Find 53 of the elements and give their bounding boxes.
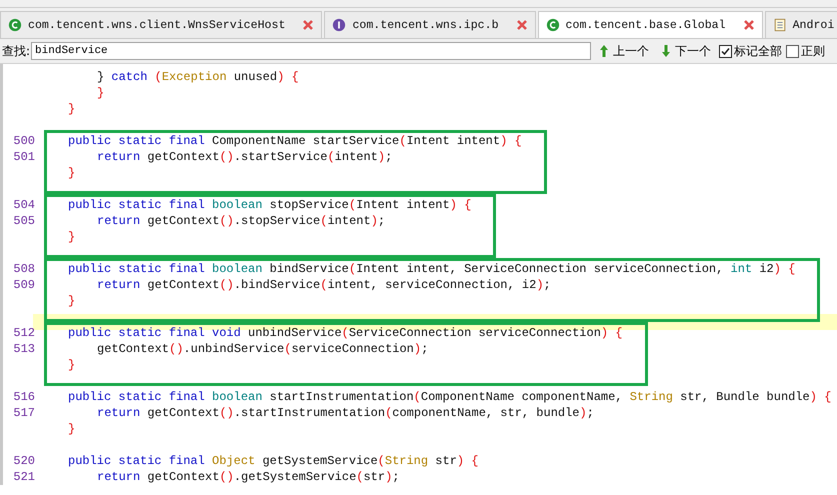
code-line: public static final boolean bindService(Intent intent, ServiceConnection serviceConnection, int i2) { <box>68 261 796 277</box>
document-icon <box>772 18 787 32</box>
code-line: return getContext().getSystemService(str); <box>96 469 400 485</box>
code-line: } <box>68 165 76 181</box>
line-number: 509 <box>12 277 36 293</box>
code-line: } <box>68 357 76 373</box>
code-line: } catch (Exception unused) { <box>96 69 299 85</box>
code-line: getContext().unbindService(serviceConnection); <box>96 341 430 357</box>
previous-button[interactable]: 上一个 <box>595 42 654 60</box>
code-line: } <box>68 293 76 309</box>
code-line: return getContext().stopService(intent); <box>96 213 386 229</box>
line-number: 504 <box>12 197 36 213</box>
checkbox-label: 标记全部 <box>734 42 782 60</box>
code-line: public static final void unbindService(ServiceConnection serviceConnection) { <box>68 325 623 341</box>
code-line: public static final Object getSystemService(String str) { <box>68 453 479 469</box>
code-line: } <box>68 229 76 245</box>
checkbox-label: 正则 <box>801 42 826 60</box>
class-icon <box>8 18 22 32</box>
line-number: 508 <box>12 261 36 277</box>
code-line: } <box>68 421 76 437</box>
editor-tab[interactable]: Androi <box>764 11 837 38</box>
code-line: return getContext().startService(intent); <box>96 149 394 165</box>
editor-tab[interactable]: com.tencent.wns.ipc.b <box>324 11 536 38</box>
code-line: public static final ComponentName startService(Intent intent) { <box>68 133 522 149</box>
class-icon <box>546 18 560 32</box>
line-number: 516 <box>12 389 36 405</box>
line-number: 521 <box>12 469 36 485</box>
line-number: 520 <box>12 453 36 469</box>
checkbox[interactable] <box>786 44 800 58</box>
code-line: } <box>96 85 106 101</box>
checkbox[interactable] <box>719 44 732 58</box>
up-arrow-icon <box>599 44 610 58</box>
editor-tab[interactable]: com.tencent.wns.client.WnsServiceHost <box>0 11 322 38</box>
next-button[interactable]: 下一个 <box>657 42 716 60</box>
line-number: 512 <box>12 325 36 341</box>
search-label: 查找: <box>1 42 32 60</box>
close-icon[interactable] <box>514 18 529 32</box>
close-icon[interactable] <box>301 18 316 32</box>
code-line: public static final boolean startInstrumentation(ComponentName componentName, String str, Bundle bundle) { <box>68 389 832 405</box>
code-line: return getContext().startInstrumentation(componentName, str, bundle); <box>96 405 595 421</box>
code-line: return getContext().bindService(intent, serviceConnection, i2); <box>96 277 552 293</box>
line-number: 513 <box>12 341 36 357</box>
close-icon[interactable] <box>742 18 756 32</box>
code-line: } <box>68 101 76 117</box>
down-arrow-icon <box>661 44 672 58</box>
code-line: public static final boolean stopService(Intent intent) { <box>68 197 472 213</box>
line-number: 500 <box>12 133 36 149</box>
line-number: 517 <box>12 405 36 421</box>
interface-icon <box>332 18 346 32</box>
line-number: 505 <box>12 213 36 229</box>
editor-tab[interactable]: com.tencent.base.Global <box>538 11 763 38</box>
search-field[interactable]: bindService <box>31 42 592 60</box>
line-number: 501 <box>12 149 36 165</box>
